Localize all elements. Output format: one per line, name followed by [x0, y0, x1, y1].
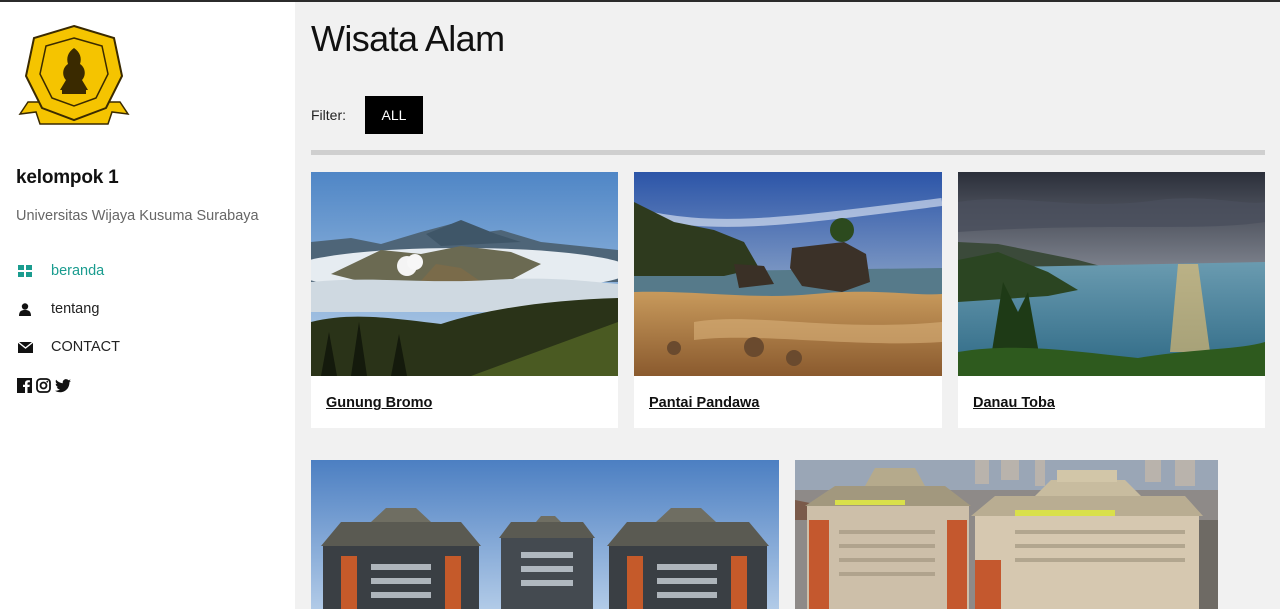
university-logo: [18, 24, 130, 132]
card-title-link[interactable]: Gunung Bromo: [326, 395, 432, 411]
nav-label: CONTACT: [51, 339, 121, 355]
destination-card: Danau Toba: [958, 172, 1265, 428]
nav-label: tentang: [51, 301, 100, 317]
university-campus-aerial-photo[interactable]: [795, 460, 1218, 609]
destination-card: Gunung Bromo: [311, 172, 618, 428]
card-title-link[interactable]: Danau Toba: [973, 395, 1055, 411]
social-links: [16, 377, 71, 394]
lake-sunset-photo[interactable]: [958, 172, 1265, 376]
sidebar-nav: beranda tentang CONTACT: [16, 252, 120, 366]
destination-card: [795, 460, 1218, 609]
page-title: Wisata Alam: [311, 18, 505, 59]
filter-all-button[interactable]: ALL: [365, 96, 423, 134]
sidebar: kelompok 1 Universitas Wijaya Kusuma Sur…: [0, 2, 295, 609]
site-subtitle: Universitas Wijaya Kusuma Surabaya: [16, 208, 259, 224]
filter-bar: Filter: ALL: [311, 96, 423, 134]
instagram-icon[interactable]: [35, 377, 52, 394]
twitter-icon[interactable]: [54, 377, 71, 394]
nav-item-beranda[interactable]: beranda: [16, 252, 120, 290]
user-icon: [16, 302, 34, 316]
nav-item-tentang[interactable]: tentang: [16, 290, 120, 328]
destination-card: [311, 460, 779, 609]
envelope-icon: [16, 340, 34, 354]
grid-icon: [16, 264, 34, 278]
nav-item-contact[interactable]: CONTACT: [16, 328, 120, 366]
mountain-volcano-photo[interactable]: [311, 172, 618, 376]
main-content: Wisata Alam Filter: ALL Gunung Bromo Pan…: [295, 2, 1280, 609]
beach-sunset-photo[interactable]: [634, 172, 942, 376]
divider: [311, 150, 1265, 155]
nav-label: beranda: [51, 263, 105, 279]
filter-label: Filter:: [311, 107, 346, 123]
destination-card: Pantai Pandawa: [634, 172, 942, 428]
facebook-icon[interactable]: [16, 377, 33, 394]
card-title-link[interactable]: Pantai Pandawa: [649, 395, 759, 411]
site-brand: kelompok 1: [16, 167, 119, 188]
university-buildings-photo[interactable]: [311, 460, 779, 609]
